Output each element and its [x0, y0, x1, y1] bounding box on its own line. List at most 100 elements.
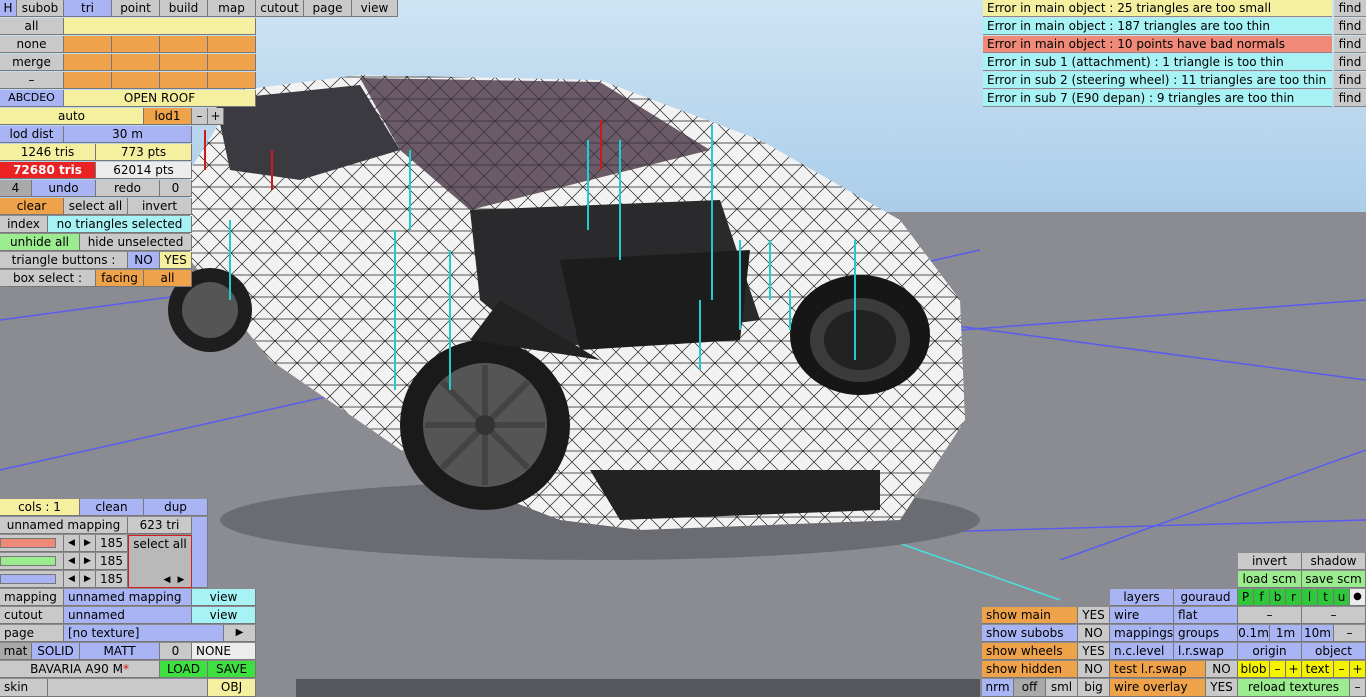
- tab-build[interactable]: build: [160, 0, 208, 17]
- tab-cutout[interactable]: cutout: [256, 0, 304, 17]
- tab-map[interactable]: map: [208, 0, 256, 17]
- arrow-right-icon[interactable]: ▶: [80, 553, 96, 570]
- groups-button[interactable]: groups: [1174, 625, 1238, 642]
- page-arrow-icon[interactable]: ▶: [224, 625, 256, 642]
- lod-cell[interactable]: [208, 36, 256, 53]
- flag-b[interactable]: b: [1270, 589, 1286, 606]
- unhide-all-button[interactable]: unhide all: [0, 234, 80, 251]
- reload-textures-button[interactable]: reload textures: [1238, 679, 1350, 697]
- page-value[interactable]: [no texture]: [64, 625, 224, 642]
- lod-code[interactable]: ABCDEO: [0, 90, 64, 107]
- auto-button[interactable]: auto: [0, 108, 144, 125]
- dist-minus-button[interactable]: –: [1238, 607, 1302, 624]
- invert-view-button[interactable]: invert: [1238, 553, 1302, 570]
- wire-overlay-yes[interactable]: YES: [1206, 679, 1238, 697]
- mat-number[interactable]: 0: [160, 643, 192, 660]
- test-lr-swap-button[interactable]: test l.r.swap: [1110, 661, 1206, 678]
- big-button[interactable]: big: [1078, 679, 1110, 697]
- flat-button[interactable]: flat: [1174, 607, 1238, 624]
- lod-cell[interactable]: [160, 72, 208, 89]
- dist-minus-button-2[interactable]: –: [1302, 607, 1366, 624]
- mat-none[interactable]: NONE: [192, 643, 256, 660]
- car-name[interactable]: BAVARIA A90 M*: [0, 661, 160, 678]
- show-subobs-no[interactable]: NO: [1078, 625, 1110, 642]
- clean-button[interactable]: clean: [80, 499, 144, 516]
- lod-cell[interactable]: [208, 72, 256, 89]
- blue-slider[interactable]: [0, 574, 56, 584]
- solid-button[interactable]: SOLID: [32, 643, 80, 660]
- mapping-name[interactable]: unnamed mapping: [0, 517, 128, 534]
- lod-cell[interactable]: [160, 54, 208, 71]
- tab-page[interactable]: page: [304, 0, 352, 17]
- mapping-view-button[interactable]: view: [192, 589, 256, 606]
- lod-cell[interactable]: [208, 54, 256, 71]
- object-button[interactable]: object: [1302, 643, 1366, 660]
- lod-cell[interactable]: [160, 36, 208, 53]
- show-hidden-no[interactable]: NO: [1078, 661, 1110, 678]
- lod-cell[interactable]: [112, 36, 160, 53]
- flag-r[interactable]: r: [1286, 589, 1302, 606]
- skin-value[interactable]: [48, 679, 208, 697]
- mappings-button[interactable]: mappings: [1110, 625, 1174, 642]
- show-subobs-label[interactable]: show subobs: [982, 625, 1078, 642]
- clear-button[interactable]: clear: [0, 198, 64, 215]
- hide-unselected-button[interactable]: hide unselected: [80, 234, 192, 251]
- lod-cell[interactable]: [64, 54, 112, 71]
- lr-swap-button[interactable]: l.r.swap: [1174, 643, 1238, 660]
- blob-plus[interactable]: +: [1286, 661, 1302, 678]
- h-button[interactable]: H: [0, 0, 17, 17]
- flag-l[interactable]: l: [1302, 589, 1318, 606]
- invert-button[interactable]: invert: [128, 198, 192, 215]
- lod-cell[interactable]: [64, 36, 112, 53]
- arrow-right-icon[interactable]: ▶: [80, 535, 96, 552]
- mapping-value[interactable]: unnamed mapping: [64, 589, 192, 606]
- arrow-left-icon[interactable]: ◀: [64, 553, 80, 570]
- lod-cell[interactable]: [112, 72, 160, 89]
- find-button[interactable]: find: [1334, 72, 1366, 89]
- show-hidden-label[interactable]: show hidden: [982, 661, 1078, 678]
- cutout-value[interactable]: unnamed: [64, 607, 192, 624]
- cutout-view-button[interactable]: view: [192, 607, 256, 624]
- arrow-left-icon[interactable]: ◀: [160, 573, 174, 587]
- shadow-button[interactable]: shadow: [1302, 553, 1366, 570]
- dup-button[interactable]: dup: [144, 499, 208, 516]
- show-wheels-yes[interactable]: YES: [1078, 643, 1110, 660]
- tab-subob[interactable]: subob: [17, 0, 64, 17]
- dist-dash[interactable]: –: [1334, 625, 1366, 642]
- wire-button[interactable]: wire: [1110, 607, 1174, 624]
- index-button[interactable]: index: [0, 216, 48, 233]
- flag-p[interactable]: P: [1238, 589, 1254, 606]
- redo-button[interactable]: redo: [96, 180, 160, 197]
- origin-button[interactable]: origin: [1238, 643, 1302, 660]
- lod-selector-row[interactable]: [64, 18, 256, 35]
- box-select-facing[interactable]: facing: [96, 270, 144, 287]
- sml-button[interactable]: sml: [1046, 679, 1078, 697]
- arrow-left-icon[interactable]: ◀: [64, 571, 80, 588]
- show-main-label[interactable]: show main: [982, 607, 1078, 624]
- flag-u[interactable]: u: [1334, 589, 1350, 606]
- dist-01m[interactable]: 0.1m: [1238, 625, 1270, 642]
- find-button[interactable]: find: [1334, 0, 1366, 17]
- flag-t[interactable]: t: [1318, 589, 1334, 606]
- lod-cell[interactable]: [112, 54, 160, 71]
- text-minus[interactable]: –: [1334, 661, 1350, 678]
- find-button[interactable]: find: [1334, 36, 1366, 53]
- red-slider[interactable]: [0, 538, 56, 548]
- dist-10m[interactable]: 10m: [1302, 625, 1334, 642]
- save-button[interactable]: SAVE: [208, 661, 256, 678]
- load-button[interactable]: LOAD: [160, 661, 208, 678]
- select-all-tris-button[interactable]: select all: [64, 198, 128, 215]
- select-none-button[interactable]: none: [0, 36, 64, 53]
- find-button[interactable]: find: [1334, 90, 1366, 107]
- box-select-all[interactable]: all: [144, 270, 192, 287]
- merge-button[interactable]: merge: [0, 54, 64, 71]
- dash-button[interactable]: –: [0, 72, 64, 89]
- tab-point[interactable]: point: [112, 0, 160, 17]
- undo-button[interactable]: undo: [32, 180, 96, 197]
- arrow-left-icon[interactable]: ◀: [64, 535, 80, 552]
- nc-level-button[interactable]: n.c.level: [1110, 643, 1174, 660]
- tab-view[interactable]: view: [352, 0, 398, 17]
- arrow-right-icon[interactable]: ▶: [80, 571, 96, 588]
- layers-button[interactable]: layers: [1110, 589, 1174, 606]
- off-button[interactable]: off: [1014, 679, 1046, 697]
